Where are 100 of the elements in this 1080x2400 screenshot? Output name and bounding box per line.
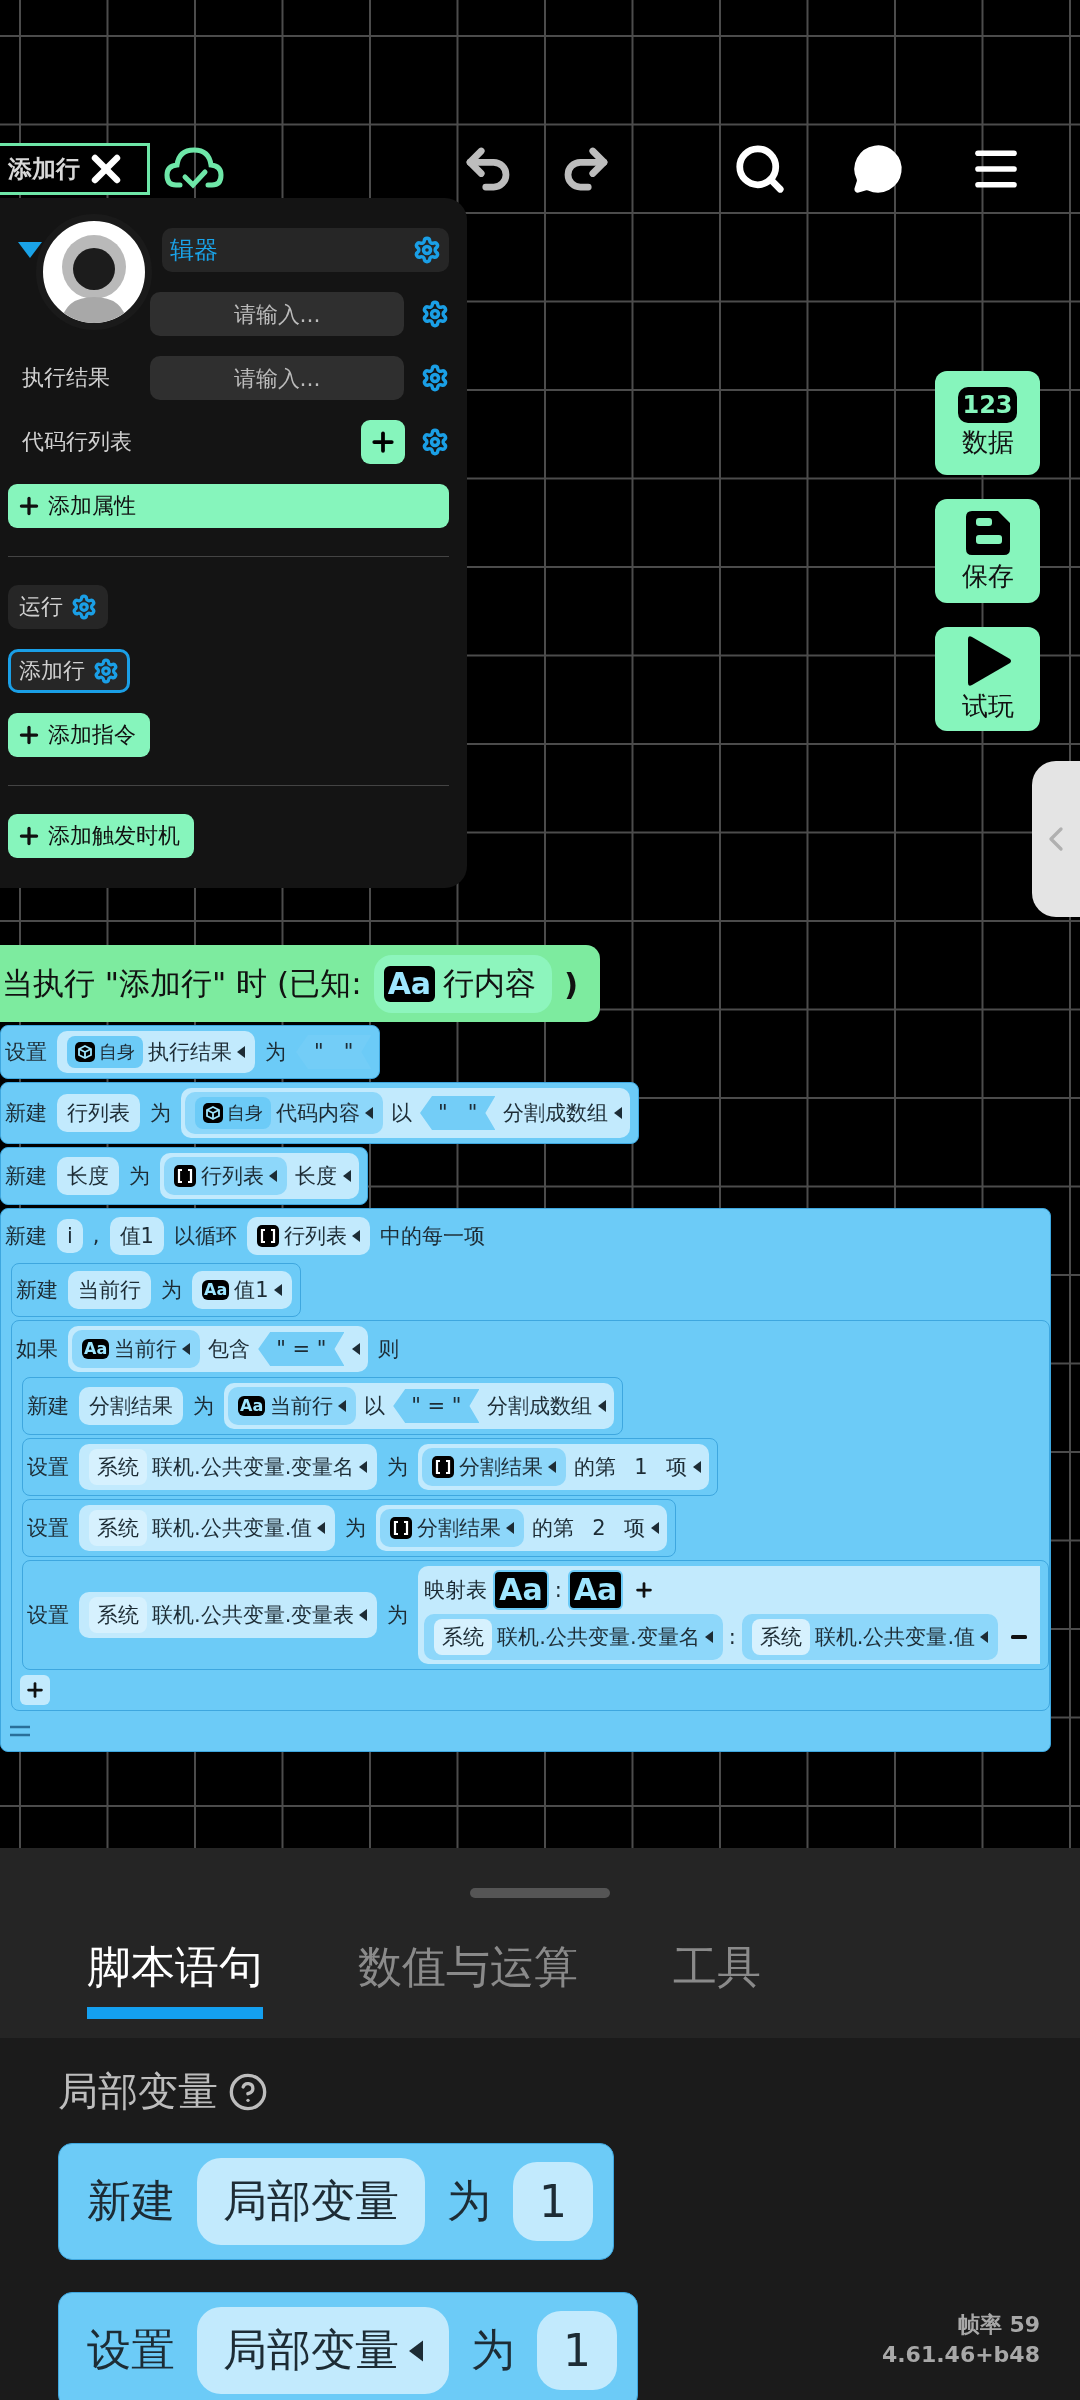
caret-icon[interactable] <box>273 1284 282 1296</box>
caret-icon[interactable] <box>317 1522 326 1534</box>
add-trigger-button[interactable]: 添加触发时机 <box>8 814 194 858</box>
variable-dropdown[interactable]: Aa 当前行 <box>72 1330 201 1368</box>
drag-handle[interactable] <box>470 1888 610 1898</box>
search-button[interactable] <box>733 142 787 196</box>
variable-dropdown[interactable]: 分割结果 <box>380 1509 525 1547</box>
caret-icon[interactable] <box>237 1046 245 1058</box>
code-block[interactable]: 设置 系统 联机.公共变量.变量名 为 分割结果 的第 1 项 <box>22 1438 718 1496</box>
string-literal[interactable]: " = " <box>393 1389 480 1423</box>
variable-dropdown[interactable]: 系统 联机.公共变量.变量名 <box>424 1614 723 1660</box>
caret-icon[interactable] <box>352 1343 361 1355</box>
list-icon <box>390 1517 413 1539</box>
code-block[interactable]: 新建 当前行 为 Aa 值1 <box>11 1263 301 1317</box>
code-block[interactable]: 新建 行列表 为 自身 代码内容 以 " " 分割成数组 <box>0 1082 640 1144</box>
block-label: 为 <box>193 1393 214 1420</box>
caret-icon[interactable] <box>650 1522 659 1534</box>
caret-icon[interactable] <box>365 1107 373 1119</box>
string-literal[interactable]: " = " <box>258 1332 345 1366</box>
variable-dropdown[interactable]: Aa 当前行 <box>228 1387 357 1425</box>
code-block[interactable]: 设置 自身 执行结果 为 " " <box>0 1025 381 1079</box>
block-label: 为 <box>150 1100 171 1127</box>
variable-field[interactable]: 局部变量 <box>197 2158 425 2245</box>
settings-button[interactable] <box>421 300 449 328</box>
variable-field[interactable]: i <box>57 1219 83 1253</box>
panel-header[interactable]: 辑器 <box>162 228 449 272</box>
add-property-button[interactable]: 添加属性 <box>8 484 449 528</box>
variable-dropdown[interactable]: 行列表 <box>164 1157 287 1195</box>
variable-dropdown[interactable]: 自身 代码内容 <box>185 1092 383 1134</box>
input-field[interactable]: 请输入... <box>150 292 404 336</box>
add-item-button[interactable] <box>361 420 405 464</box>
parameter-chip[interactable]: Aa 行内容 <box>373 954 553 1013</box>
code-block[interactable]: 设置 系统 联机.公共变量.变量表 为 映射表 Aa : Aa 系统 联机.公共变量.变量名 : 系统 联机.公共变量.值 <box>22 1560 1050 1670</box>
variable-field[interactable]: 行列表 <box>57 1094 140 1132</box>
command-chip[interactable]: 添加行 <box>8 649 130 693</box>
scope-label: 系统 <box>442 1624 485 1651</box>
side-drawer-tab[interactable] <box>1032 761 1080 917</box>
variable-dropdown[interactable]: 局部变量 <box>197 2307 449 2394</box>
caret-icon[interactable] <box>409 2339 423 2362</box>
scope-label: 系统 <box>759 1624 802 1651</box>
variable-dropdown[interactable]: 系统 联机.公共变量.变量表 <box>79 1592 378 1638</box>
variable-dropdown[interactable]: 系统 联机.公共变量.值 <box>79 1505 336 1551</box>
event-block[interactable]: 当执行 "添加行" 时 (已知: Aa 行内容 ) <box>0 945 601 1022</box>
code-block[interactable]: 设置 系统 联机.公共变量.值 为 分割结果 的第 2 项 <box>22 1499 676 1557</box>
event-label: ) <box>564 965 579 1002</box>
variable-field[interactable]: 长度 <box>57 1157 119 1195</box>
chat-button[interactable] <box>851 142 905 196</box>
string-literal[interactable]: " " <box>420 1096 496 1130</box>
caret-icon[interactable] <box>182 1343 191 1355</box>
variable-dropdown[interactable]: 自身 执行结果 <box>57 1031 255 1073</box>
command-chip[interactable]: 运行 <box>8 585 108 629</box>
data-button[interactable]: 123 数据 <box>935 371 1040 475</box>
caret-icon[interactable] <box>704 1631 713 1643</box>
code-block[interactable] <box>0 1208 1052 1752</box>
settings-button[interactable] <box>421 364 449 392</box>
variable-dropdown[interactable]: Aa 值1 <box>192 1271 292 1309</box>
add-command-button[interactable]: 添加指令 <box>8 713 150 757</box>
variable-dropdown[interactable]: 系统 联机.公共变量.值 <box>741 1614 999 1660</box>
variable-field[interactable]: 当前行 <box>68 1271 151 1309</box>
caret-icon[interactable] <box>338 1400 347 1412</box>
node-name-tag[interactable]: 添加行 <box>0 143 150 195</box>
caret-icon[interactable] <box>598 1400 607 1412</box>
code-block[interactable]: 新建 长度 为 行列表 长度 <box>0 1147 368 1205</box>
expand-triangle-icon[interactable] <box>18 242 42 258</box>
type-badge: Aa <box>567 1570 624 1610</box>
settings-button[interactable] <box>421 428 449 456</box>
caret-icon[interactable] <box>359 1609 368 1621</box>
type-badge: Aa <box>493 1570 549 1610</box>
variable-dropdown[interactable]: 分割结果 <box>422 1448 567 1486</box>
caret-icon[interactable] <box>351 1230 360 1242</box>
category-tab[interactable]: 脚本语句 <box>87 1938 263 2019</box>
variable-field[interactable]: 分割结果 <box>79 1387 183 1425</box>
caret-icon[interactable] <box>692 1461 701 1473</box>
code-block[interactable]: 新建 局部变量 为 1 <box>58 2143 614 2260</box>
caret-icon[interactable] <box>359 1461 368 1473</box>
string-literal[interactable]: " " <box>296 1035 372 1069</box>
variable-dropdown[interactable]: 系统 联机.公共变量.变量名 <box>79 1444 378 1490</box>
category-tab[interactable]: 工具 <box>673 1938 761 2019</box>
code-block[interactable]: 如果 Aa 当前行 包含 " = " 则 新建 分割结果 为 Aa 当前行 以 " = " 分割成数组 设置 系统 联机.公共变量.变量名 为 分割结果 的第 1 项 设置 系统 联机.公共变量.值 为 分割结果 的第 2 项 设置 系统 联机.公共变量.变量表 为 映射表 Aa : Aa 系统 联机.公共变量.变量名 : 系统 联机.公共变量.值 <box>11 1320 1051 1711</box>
caret-icon[interactable] <box>548 1461 557 1473</box>
variable-dropdown[interactable]: 行列表 <box>246 1217 370 1255</box>
add-statement-button[interactable] <box>20 1675 50 1705</box>
number-field[interactable]: 1 <box>513 2162 593 2241</box>
save-button[interactable]: 保存 <box>935 499 1040 603</box>
caret-icon[interactable] <box>980 1631 989 1643</box>
block-label: 为 <box>471 2323 515 2377</box>
settings-button[interactable] <box>413 236 441 264</box>
play-button[interactable]: 试玩 <box>935 627 1040 731</box>
caret-icon[interactable] <box>343 1170 351 1182</box>
help-icon[interactable] <box>228 2071 268 2112</box>
caret-icon[interactable] <box>506 1522 515 1534</box>
number-field[interactable]: 1 <box>537 2311 617 2390</box>
category-tab[interactable]: 数值与运算 <box>358 1938 578 2019</box>
caret-icon[interactable] <box>614 1107 623 1119</box>
caret-icon[interactable] <box>269 1170 277 1182</box>
code-block[interactable]: 新建 分割结果 为 Aa 当前行 以 " = " 分割成数组 <box>22 1377 624 1435</box>
variable-field[interactable]: 值1 <box>109 1217 164 1255</box>
code-block[interactable]: 设置 局部变量 为 1 <box>58 2292 638 2400</box>
input-field[interactable]: 请输入... <box>150 356 404 400</box>
drag-handle-icon[interactable] <box>9 1724 31 1738</box>
